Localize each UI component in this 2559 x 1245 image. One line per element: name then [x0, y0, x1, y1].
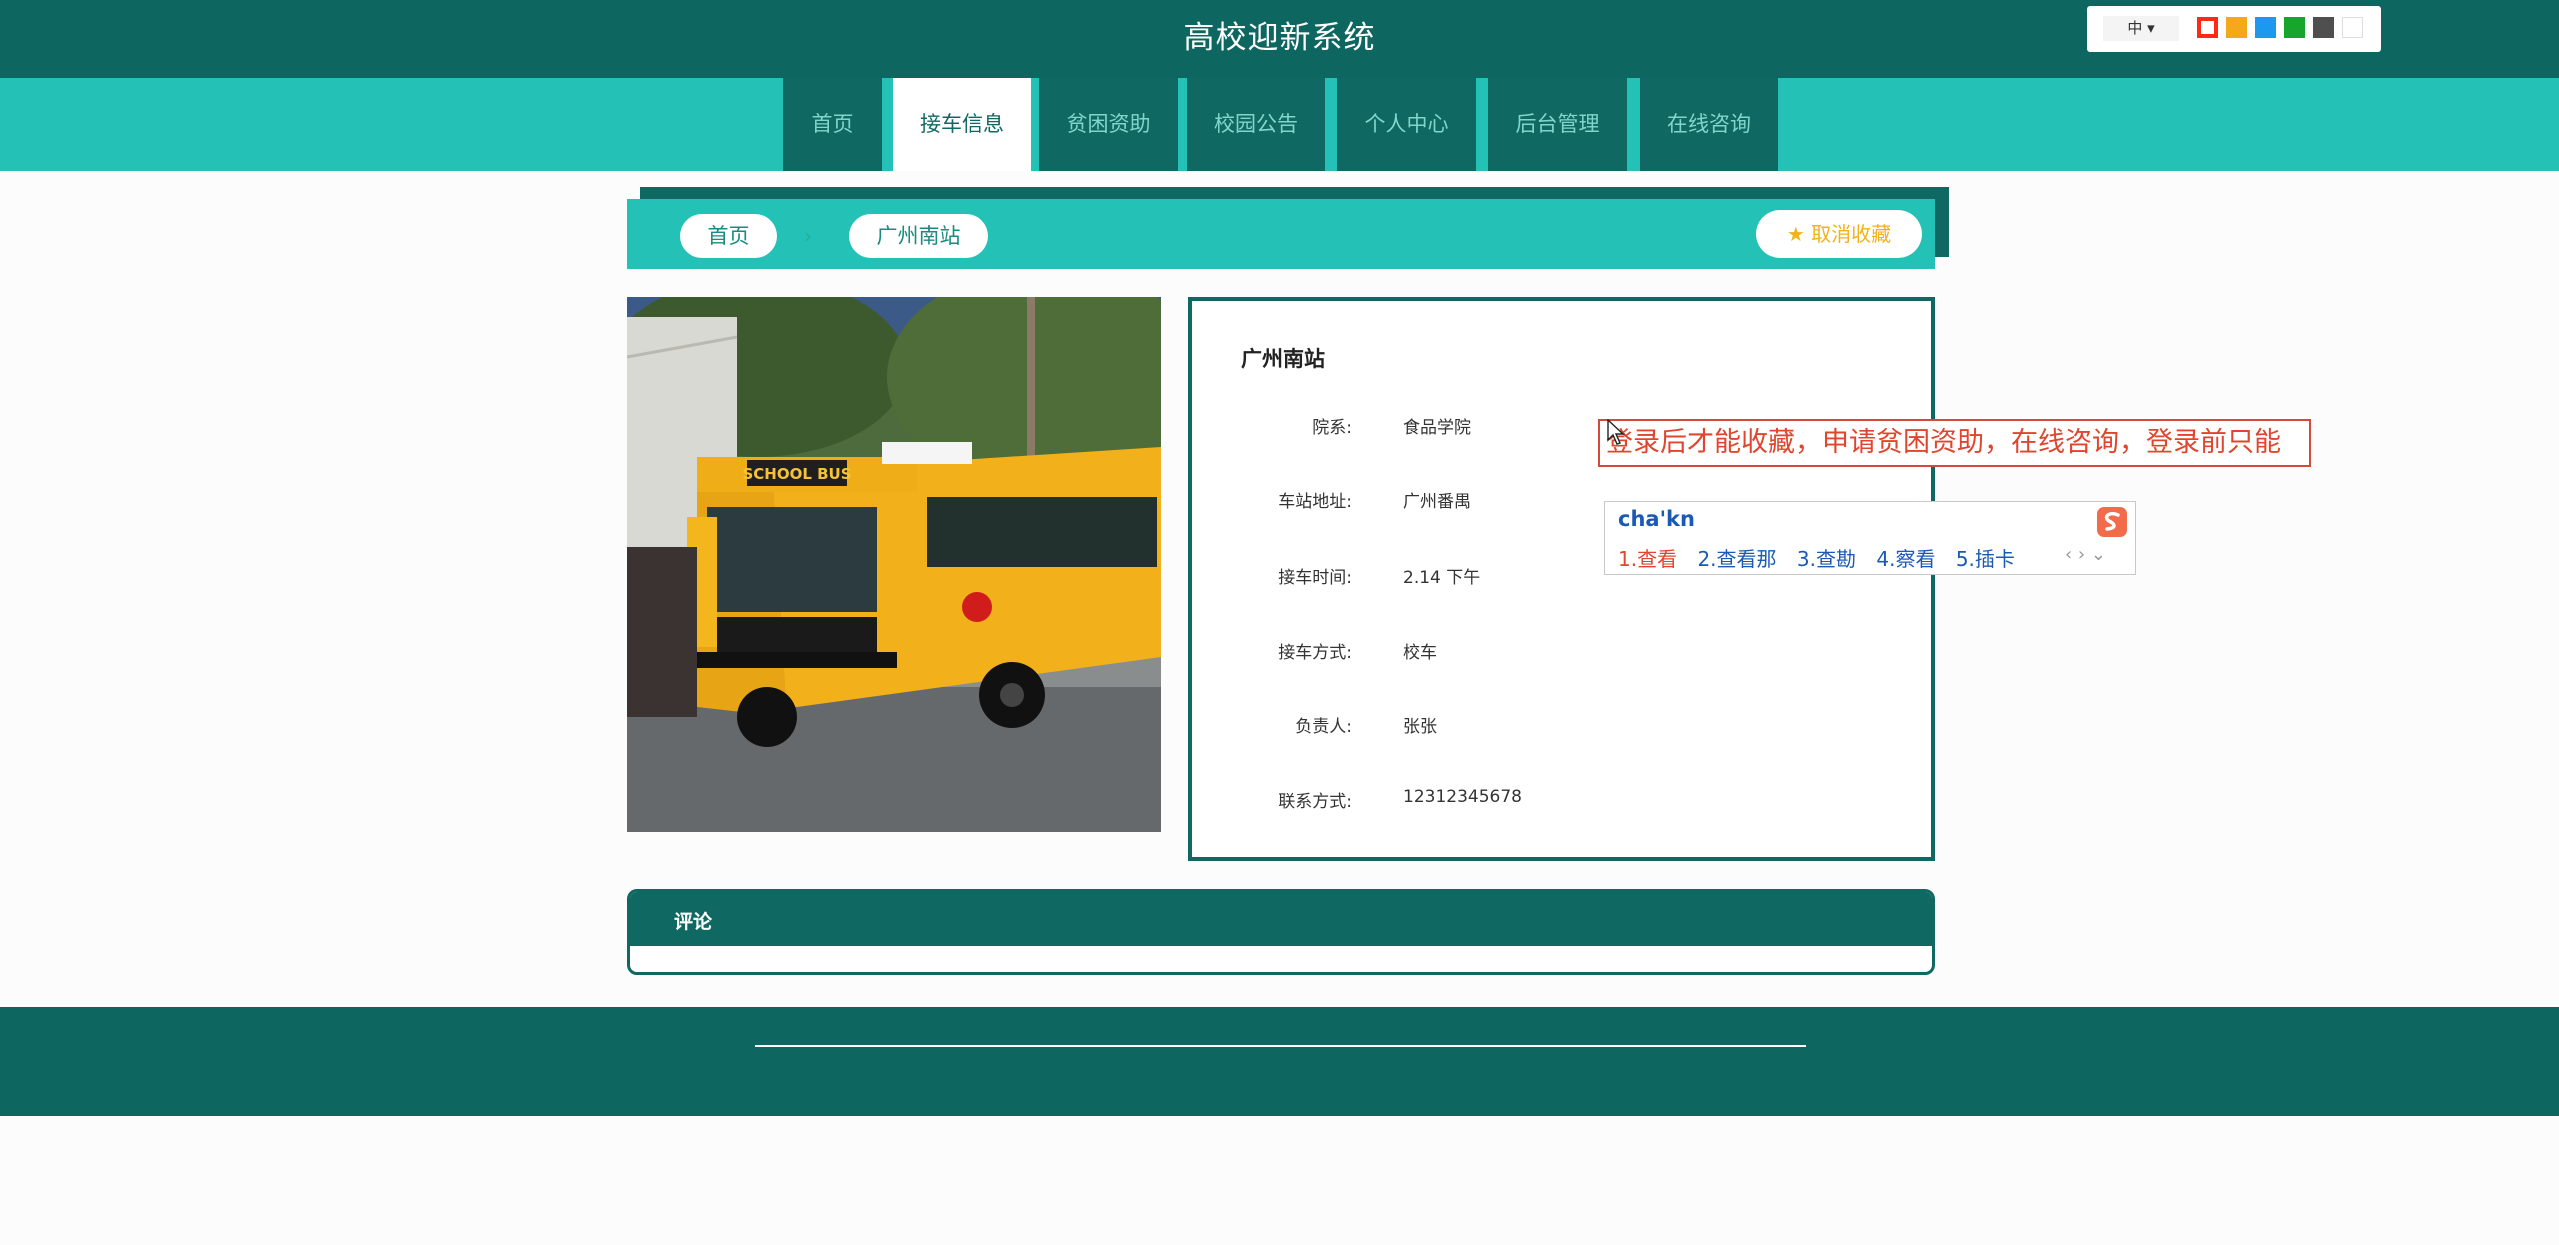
ime-page-arrows-icon[interactable]: ‹ › ⌄	[2065, 544, 2106, 565]
breadcrumb	[627, 199, 1935, 269]
breadcrumb-current[interactable]: 广州南站	[849, 214, 988, 258]
breadcrumb-home[interactable]: 首页	[680, 214, 777, 258]
theme-swatch-white[interactable]	[2342, 17, 2363, 38]
label-department: 院系:	[1312, 418, 1352, 438]
language-select[interactable]: 中 ▾	[2103, 16, 2179, 41]
theme-swatch-red[interactable]	[2197, 17, 2218, 38]
ime-composition: cha'kn	[1618, 507, 1695, 531]
nav-home[interactable]: 首页	[783, 78, 882, 171]
value-station-address: 广州番禺	[1403, 492, 1471, 512]
mouse-cursor-icon	[1607, 419, 1625, 445]
ime-candidate-list: 1.查看 2.查看那 3.查勘 4.察看 5.插卡	[1618, 543, 2029, 572]
nav-campus-notice[interactable]: 校园公告	[1187, 78, 1325, 171]
footer	[0, 1007, 2559, 1116]
value-contact: 12312345678	[1403, 787, 1522, 807]
header-bar: 高校迎新系统 中 ▾	[0, 0, 2559, 78]
value-pickup-method: 校车	[1403, 643, 1437, 663]
page: 高校迎新系统 中 ▾ 首页 接车信息 贫困资助 校园公告 个人中心 后台管理 在…	[0, 0, 2559, 1245]
ime-candidate-5[interactable]: 5.插卡	[1956, 543, 2015, 572]
ime-candidate-3[interactable]: 3.查勘	[1797, 543, 1856, 572]
theme-swatch-blue[interactable]	[2255, 17, 2276, 38]
value-department: 食品学院	[1403, 418, 1471, 438]
label-person-in-charge: 负责人:	[1295, 717, 1352, 737]
nav-pickup-info[interactable]: 接车信息	[893, 78, 1031, 171]
nav-personal-center[interactable]: 个人中心	[1337, 78, 1476, 171]
station-image: SCHOOL BUS	[627, 297, 1161, 832]
sogou-logo-icon	[2097, 507, 2127, 537]
nav-admin[interactable]: 后台管理	[1488, 78, 1627, 171]
ime-candidate-window: cha'kn 1.查看 2.查看那 3.查勘 4.察看 5.插卡 ‹ › ⌄	[1604, 501, 2136, 575]
label-pickup-time: 接车时间:	[1278, 568, 1352, 588]
detail-title: 广州南站	[1241, 347, 1325, 371]
comment-header: 评论	[630, 892, 1932, 946]
theme-swatch-green[interactable]	[2284, 17, 2305, 38]
theme-switcher: 中 ▾	[2087, 6, 2381, 52]
ime-candidate-2[interactable]: 2.查看那	[1697, 543, 1776, 572]
ime-candidate-1[interactable]: 1.查看	[1618, 543, 1677, 572]
login-tooltip: 登录后才能收藏，申请贫困资助，在线咨询，登录前只能	[1598, 419, 2311, 467]
ime-candidate-4[interactable]: 4.察看	[1876, 543, 1935, 572]
value-person-in-charge: 张张	[1403, 717, 1437, 737]
bus-sign-text: SCHOOL BUS	[742, 465, 851, 483]
nav-poverty-aid[interactable]: 贫困资助	[1039, 78, 1178, 171]
main-nav: 首页 接车信息 贫困资助 校园公告 个人中心 后台管理 在线咨询	[0, 78, 2559, 171]
unfavorite-button[interactable]: ★ 取消收藏	[1756, 210, 1922, 258]
station-detail-panel: 广州南站 院系: 食品学院 车站地址: 广州番禺 接车时间: 2.14 下午 接…	[1188, 297, 1935, 861]
label-station-address: 车站地址:	[1278, 492, 1352, 512]
theme-swatch-orange[interactable]	[2226, 17, 2247, 38]
label-contact: 联系方式:	[1278, 792, 1352, 812]
breadcrumb-separator-icon: ›	[804, 224, 812, 248]
value-pickup-time: 2.14 下午	[1403, 568, 1481, 588]
nav-online-consult[interactable]: 在线咨询	[1640, 78, 1778, 171]
comment-section: 评论	[627, 889, 1935, 975]
school-bus-illustration: SCHOOL BUS	[627, 297, 1161, 832]
footer-divider	[755, 1045, 1806, 1047]
label-pickup-method: 接车方式:	[1278, 643, 1352, 663]
theme-swatch-gray[interactable]	[2313, 17, 2334, 38]
comment-title: 评论	[674, 911, 713, 933]
